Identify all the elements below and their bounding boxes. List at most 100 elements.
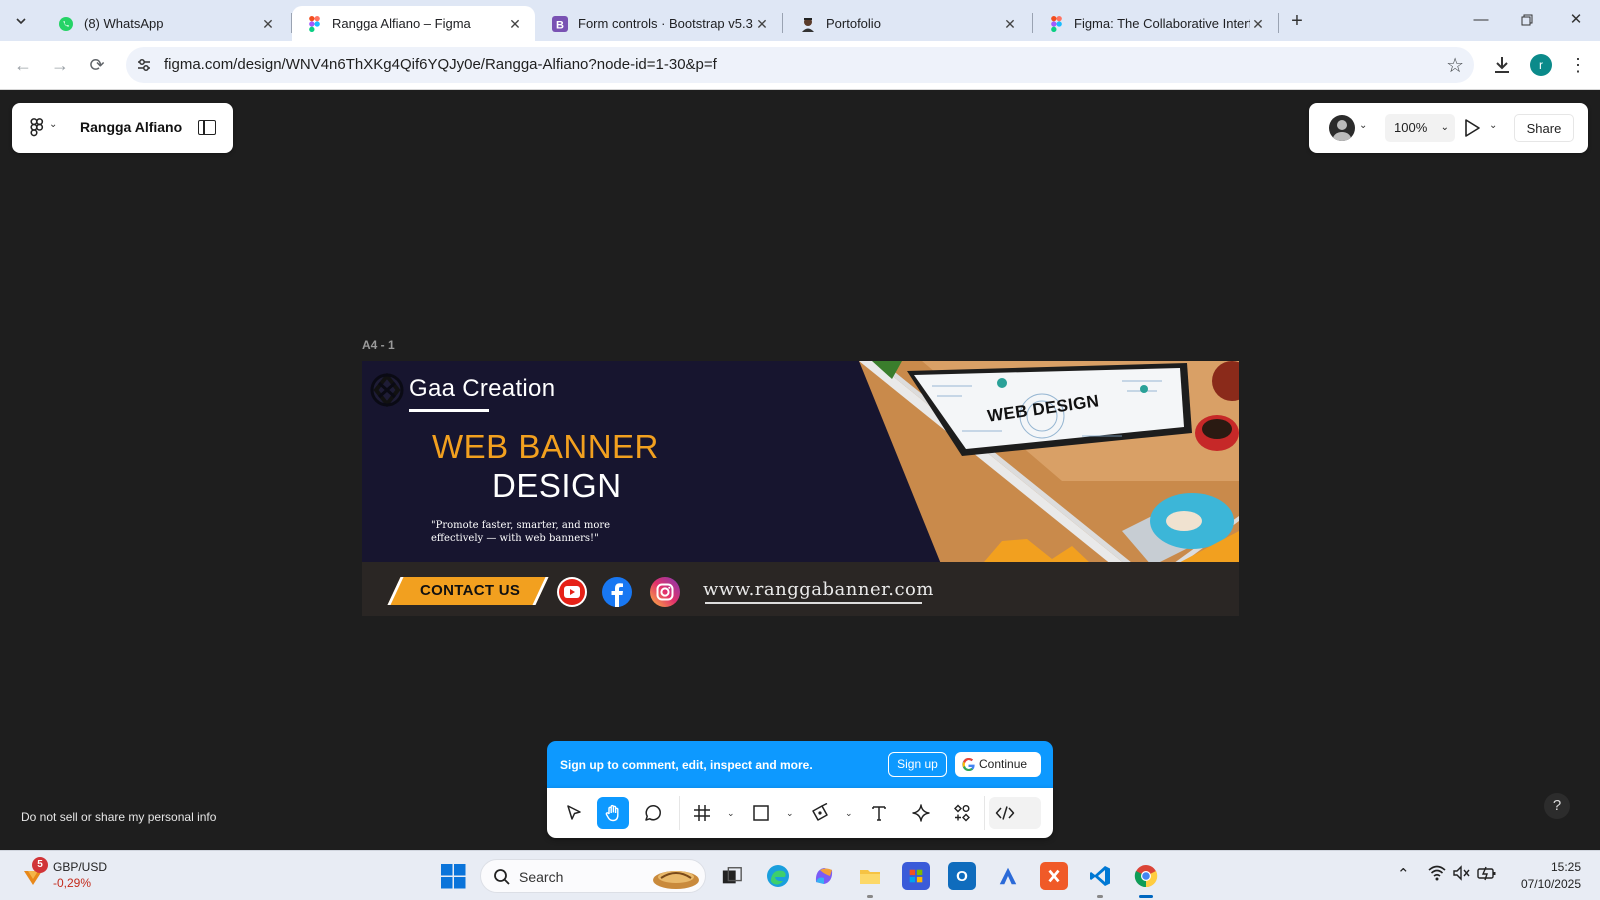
battery-charging-icon[interactable] [1477,865,1497,881]
bootstrap-icon: B [552,15,568,32]
components-tool[interactable] [946,797,978,829]
search-placeholder: Search [519,869,564,885]
more-menu-icon[interactable]: ⋮ [1568,53,1588,77]
restore-icon[interactable] [1512,8,1542,32]
brand-logo-icon [370,373,404,407]
browser-tab-bar: (8) WhatsApp ✕ Rangga Alfiano – Figma ✕ … [0,0,1600,41]
chrome-icon[interactable] [1132,862,1160,898]
close-tab-icon[interactable]: ✕ [507,16,523,32]
windows-start-icon[interactable] [441,864,466,889]
whatsapp-icon [58,16,74,32]
actions-tool[interactable] [905,797,937,829]
minimize-icon[interactable]: — [1466,8,1496,32]
banner-website-url: www.ranggabanner.com [703,579,934,600]
chevron-down-icon[interactable]: ⌄ [1359,120,1367,131]
download-icon[interactable] [1490,53,1514,77]
bookmark-star-icon[interactable]: ☆ [1446,53,1464,78]
chevron-down-icon[interactable]: ⌄ [845,808,853,819]
copilot-icon[interactable] [810,862,838,890]
wifi-icon[interactable] [1428,865,1446,881]
dev-mode-toggle[interactable] [989,797,1041,829]
toolbar-separator [984,796,985,830]
edge-icon[interactable] [764,862,792,890]
new-tab-button[interactable]: + [1286,10,1308,32]
chevron-up-icon[interactable]: ⌃ [1397,865,1410,883]
chevron-down-icon[interactable]: ⌄ [727,808,735,819]
url-text[interactable]: figma.com/design/WNV4n6ThXKg4Qif6YQJy0e/… [164,56,717,73]
autocad-icon[interactable] [994,862,1022,890]
address-bar-row: ← → ⟳ figma.com/design/WNV4n6ThXKg4Qif6Y… [0,41,1600,90]
frame-tool[interactable] [686,797,718,829]
tab-bootstrap[interactable]: B Form controls · Bootstrap v5.3 ✕ [538,6,782,41]
omnibox[interactable]: figma.com/design/WNV4n6ThXKg4Qif6YQJy0e/… [126,47,1474,83]
comment-bubble-icon [645,805,661,821]
close-window-icon[interactable]: ✕ [1561,8,1591,32]
tab-search-button[interactable] [9,9,33,33]
banner-quote: "Promote faster, smarter, and more effec… [431,520,611,544]
tab-portfolio[interactable]: Portofolio ✕ [786,6,1030,41]
help-button[interactable]: ? [1544,793,1570,819]
tab-figma-home[interactable]: Figma: The Collaborative Interfa ✕ [1034,6,1278,41]
tab-whatsapp[interactable]: (8) WhatsApp ✕ [44,6,288,41]
signup-banner: Sign up to comment, edit, inspect and mo… [547,741,1053,788]
outlook-icon[interactable]: O [948,862,976,890]
pen-tool[interactable] [804,797,836,829]
share-button[interactable]: Share [1514,114,1574,142]
rectangle-icon [753,805,769,821]
task-view-icon[interactable] [718,862,746,890]
microsoft-store-icon[interactable] [902,862,930,890]
back-arrow-icon[interactable]: ← [9,51,37,79]
comment-tool[interactable] [637,797,669,829]
zoom-dropdown[interactable]: 100% ⌄ [1385,114,1455,142]
toggle-sidebar-icon[interactable] [198,120,216,135]
present-play-icon[interactable] [1463,118,1481,138]
close-tab-icon[interactable]: ✕ [260,16,276,32]
site-info-icon[interactable] [134,55,154,75]
url-underline [705,602,922,604]
sparkle-icon [912,804,930,822]
frame-label[interactable]: A4 - 1 [362,338,395,352]
close-tab-icon[interactable]: ✕ [1250,16,1266,32]
volume-muted-icon[interactable] [1452,865,1470,881]
privacy-link[interactable]: Do not sell or share my personal info [21,810,216,824]
file-name[interactable]: Rangga Alfiano [80,119,182,135]
xampp-icon[interactable] [1040,862,1068,890]
reload-icon[interactable]: ⟳ [83,51,111,79]
shape-tool[interactable] [745,797,777,829]
continue-with-google-button[interactable]: Continue [955,752,1041,777]
figma-canvas[interactable]: ⌄ Rangga Alfiano ⌄ 100% ⌄ ⌄ Share A4 - 1 [0,90,1600,850]
continue-label: Continue [979,757,1028,771]
hand-tool[interactable] [597,797,629,829]
file-explorer-icon[interactable] [856,862,884,898]
chevron-down-icon[interactable]: ⌄ [786,808,794,819]
text-tool[interactable] [863,797,895,829]
svg-text:B: B [556,19,564,31]
windows-taskbar: 5 GBP/USD -0,29% Search O ⌃ 15:25 07/10/… [0,850,1600,900]
facebook-icon [602,577,632,607]
close-tab-icon[interactable]: ✕ [754,16,770,32]
chevron-down-icon[interactable]: ⌄ [49,119,57,130]
tab-figma-file[interactable]: Rangga Alfiano – Figma ✕ [292,6,535,41]
chevron-down-icon[interactable]: ⌄ [1489,120,1497,131]
close-tab-icon[interactable]: ✕ [1002,16,1018,32]
figma-icon [306,15,322,32]
clock-time[interactable]: 15:25 [1541,860,1581,874]
sign-up-button[interactable]: Sign up [888,752,947,777]
banner-frame[interactable]: Gaa Creation WEB BANNER DESIGN "Promote … [362,361,1239,616]
taskbar-search-box[interactable]: Search [480,859,706,893]
figma-menu-icon[interactable] [30,118,44,138]
top-right-controls: ⌄ 100% ⌄ ⌄ Share [1309,103,1588,153]
file-menu-panel: ⌄ Rangga Alfiano [12,103,233,153]
youtube-icon [557,577,587,607]
forward-arrow-icon[interactable]: → [46,51,74,79]
ticker-pair[interactable]: GBP/USD [53,860,107,874]
vscode-icon[interactable] [1086,862,1114,898]
pen-nib-icon [812,803,828,821]
profile-avatar[interactable]: r [1530,54,1552,76]
clock-date[interactable]: 07/10/2025 [1514,877,1581,891]
search-highlight-image [653,871,699,889]
user-avatar[interactable] [1329,115,1355,141]
chevron-down-icon [16,18,26,25]
text-t-icon [872,806,886,821]
move-tool[interactable] [558,797,590,829]
